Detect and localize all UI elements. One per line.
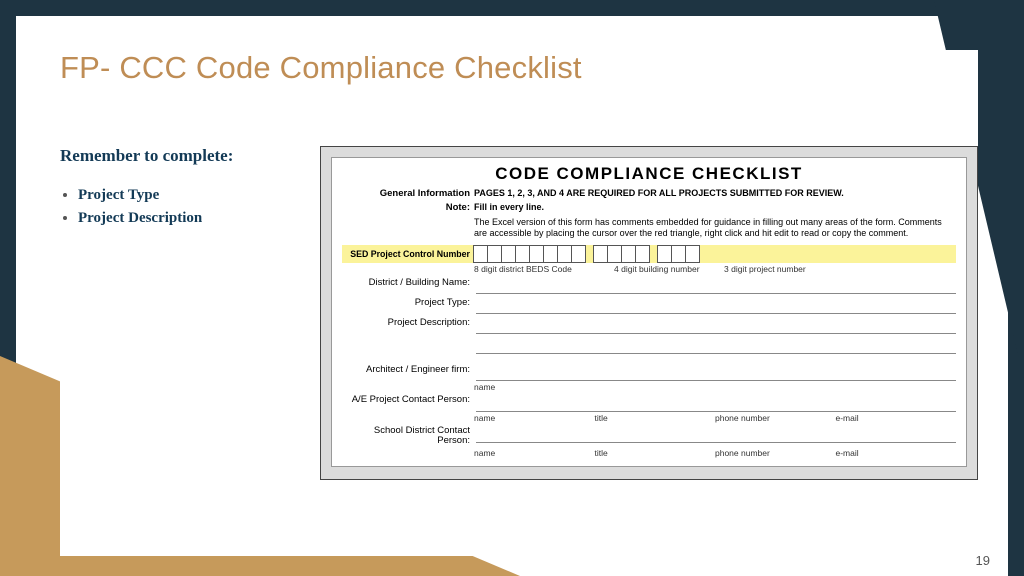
caption-name: name [474,448,595,458]
field-line [476,337,956,354]
row-district: District / Building Name: [342,277,956,294]
row-general-info: General Information PAGES 1, 2, 3, AND 4… [342,188,956,199]
caption-name: name [474,382,956,392]
bullet-item: Project Type [78,184,290,207]
code-box [515,245,530,263]
field-line [476,277,956,294]
bullet-list: Project Type Project Description [60,184,290,231]
form-title: CODE COMPLIANCE CHECKLIST [342,164,956,184]
code-box [671,245,686,263]
field-line [476,426,956,443]
row-code-captions: 8 digit district BEDS Code 4 digit build… [342,264,956,274]
row-sed-number: SED Project Control Number [342,245,956,263]
row-note-1: Note: Fill in every line. [342,202,956,213]
row-project-type: Project Type: [342,297,956,314]
code-box [593,245,608,263]
code-box [501,245,516,263]
text-note-detail: The Excel version of this form has comme… [474,217,956,240]
bullet-item: Project Description [78,207,290,230]
caption-email: e-mail [836,448,957,458]
code-box [473,245,488,263]
caption-project-number: 3 digit project number [724,264,806,274]
form-screenshot: CODE COMPLIANCE CHECKLIST General Inform… [320,146,978,480]
code-box [635,245,650,263]
caption-title: title [595,413,716,423]
caption-name: name [474,413,595,423]
label-ae-firm: Architect / Engineer firm: [342,364,474,375]
left-column: Remember to complete: Project Type Proje… [60,146,290,480]
label-project-type: Project Type: [342,297,474,308]
row-ae-firm: Architect / Engineer firm: [342,364,956,381]
label-note: Note: [342,202,474,213]
label-general-info: General Information [342,188,474,199]
row-sd-contact-captions: name title phone number e-mail [342,448,956,458]
code-box [685,245,700,263]
row-ae-contact: A/E Project Contact Person: [342,395,956,412]
text-fill-every-line: Fill in every line. [474,202,956,213]
slide-title: FP- CCC Code Compliance Checklist [60,50,978,86]
yellow-fill [700,245,956,263]
code-box [557,245,572,263]
row-ae-firm-caption: name [342,382,956,392]
code-box [543,245,558,263]
label-district: District / Building Name: [342,277,474,288]
code-box [487,245,502,263]
slide-content: FP- CCC Code Compliance Checklist Rememb… [60,50,978,556]
caption-email: e-mail [836,413,957,423]
row-project-desc-2 [342,337,956,354]
label-sd-contact: School District Contact Person: [342,426,474,447]
field-line [476,364,956,381]
field-line [476,297,956,314]
text-required-pages: PAGES 1, 2, 3, AND 4 ARE REQUIRED FOR AL… [474,188,956,199]
caption-phone: phone number [715,448,836,458]
caption-beds-code: 8 digit district BEDS Code [474,264,614,274]
page-number: 19 [976,553,990,568]
code-box [529,245,544,263]
label-project-desc: Project Description: [342,317,474,328]
form-inner: CODE COMPLIANCE CHECKLIST General Inform… [331,157,967,467]
sed-code-boxes [474,245,700,263]
slide-body: Remember to complete: Project Type Proje… [60,146,978,480]
subheading: Remember to complete: [60,146,290,166]
caption-title: title [595,448,716,458]
label-sed-number: SED Project Control Number [342,249,474,259]
code-box [621,245,636,263]
slide-frame: FP- CCC Code Compliance Checklist Rememb… [0,0,1024,576]
row-project-desc: Project Description: [342,317,956,334]
field-line [476,395,956,412]
code-box [607,245,622,263]
caption-building-number: 4 digit building number [614,264,724,274]
row-note-2: The Excel version of this form has comme… [342,217,956,240]
code-box [571,245,586,263]
label-ae-contact: A/E Project Contact Person: [342,395,474,405]
code-box [657,245,672,263]
caption-phone: phone number [715,413,836,423]
border-top [0,0,1024,16]
row-sd-contact: School District Contact Person: [342,426,956,447]
field-line [476,317,956,334]
row-ae-contact-captions: name title phone number e-mail [342,413,956,423]
